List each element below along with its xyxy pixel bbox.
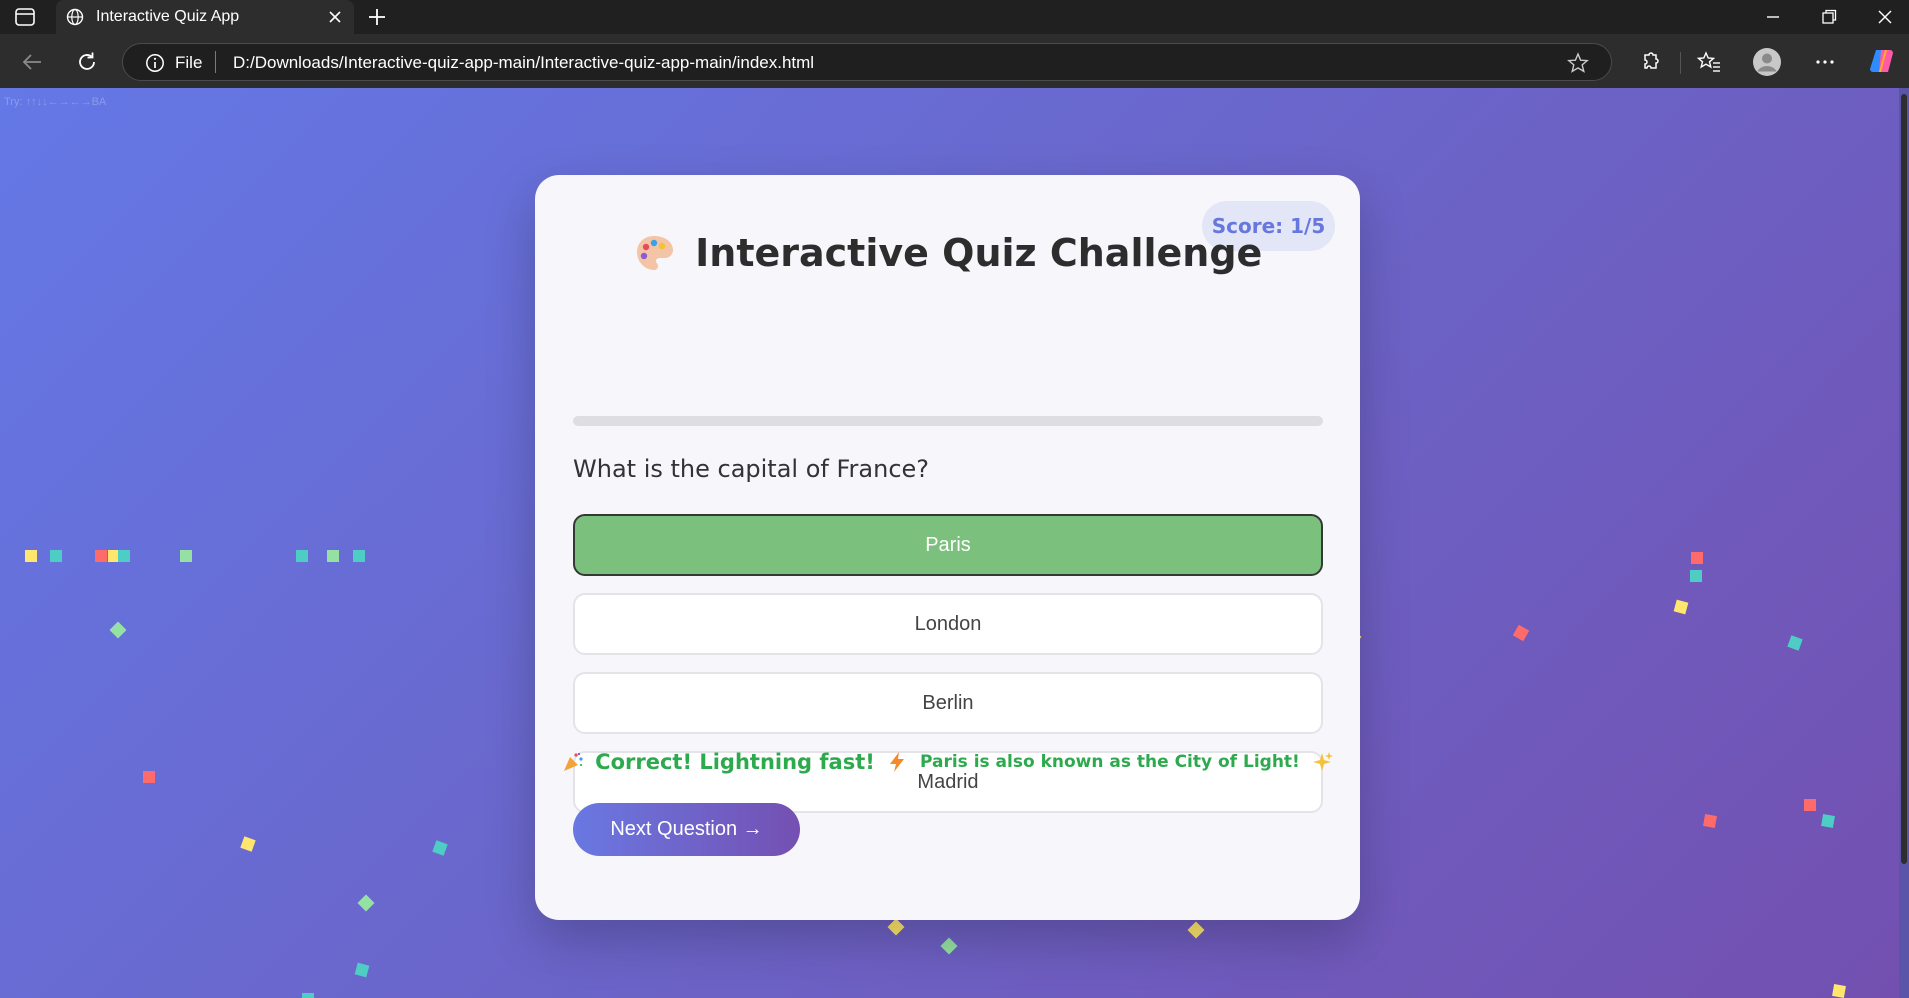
confetti-piece <box>118 550 130 562</box>
confetti-piece <box>327 550 339 562</box>
minimize-icon[interactable] <box>1764 8 1782 26</box>
close-icon[interactable] <box>326 8 344 26</box>
address-separator <box>215 51 216 73</box>
confetti-piece <box>1787 635 1803 651</box>
confetti-piece <box>1673 599 1689 615</box>
extensions-icon[interactable] <box>1638 50 1662 74</box>
confetti-piece <box>1187 921 1205 939</box>
confetti-piece <box>50 550 62 562</box>
restore-icon[interactable] <box>1820 8 1838 26</box>
progress-bar <box>573 416 1323 426</box>
palette-icon <box>636 236 673 270</box>
tab-title: Interactive Quiz App <box>96 8 240 25</box>
confetti-piece <box>180 550 192 562</box>
scrollbar[interactable] <box>1899 88 1909 998</box>
favorites-icon[interactable] <box>1697 50 1721 74</box>
confetti-piece <box>353 550 365 562</box>
option-berlin[interactable]: Berlin <box>573 672 1323 734</box>
confetti-piece <box>1703 814 1717 828</box>
confetti-piece <box>354 962 370 978</box>
confetti-piece <box>109 621 127 639</box>
confetti-piece <box>887 918 905 936</box>
page-title: Interactive Quiz Challenge <box>695 231 1263 275</box>
feedback-main: Correct! Lightning fast! <box>595 750 875 774</box>
quiz-card: Score: 1/5 Interactive Quiz Challenge Wh… <box>535 175 1360 920</box>
confetti-piece <box>143 771 155 783</box>
confetti-piece <box>1691 552 1703 564</box>
feedback-detail: Paris is also known as the City of Light… <box>919 752 1300 772</box>
next-question-button[interactable]: Next Question → <box>573 803 800 856</box>
info-icon[interactable] <box>145 53 165 73</box>
lightning-icon <box>890 752 905 772</box>
feedback-message: Correct! Lightning fast! Paris is also k… <box>535 750 1360 774</box>
title-row: Interactive Quiz Challenge <box>535 231 1360 275</box>
tab-strip: Interactive Quiz App <box>0 0 1909 34</box>
confetti-piece <box>25 550 37 562</box>
sidebar-icon[interactable] <box>14 7 36 27</box>
browser-tab[interactable]: Interactive Quiz App <box>56 0 354 34</box>
question-text: What is the capital of France? <box>573 455 930 483</box>
profile-icon[interactable] <box>1752 47 1782 77</box>
confetti-piece <box>1821 814 1835 828</box>
toolbar: File D:/Downloads/Interactive-quiz-app-m… <box>0 34 1909 89</box>
reload-icon[interactable] <box>75 50 99 74</box>
confetti-piece <box>1804 799 1816 811</box>
page-viewport: Try: ↑↑↓↓←→←→BA Score: 1/5 Interactive Q… <box>0 88 1909 998</box>
more-icon[interactable] <box>1813 50 1837 74</box>
party-popper-icon <box>563 753 583 771</box>
confetti-piece <box>296 550 308 562</box>
konami-hint: Try: ↑↑↓↓←→←→BA <box>4 96 107 108</box>
address-url[interactable]: D:/Downloads/Interactive-quiz-app-main/I… <box>233 53 814 73</box>
confetti-piece <box>240 836 256 852</box>
back-icon[interactable] <box>20 50 44 74</box>
confetti-piece <box>302 993 314 998</box>
confetti-piece <box>432 840 448 856</box>
copilot-icon[interactable] <box>1868 46 1898 76</box>
confetti-piece <box>1512 624 1530 642</box>
option-london[interactable]: London <box>573 593 1323 655</box>
option-paris[interactable]: Paris <box>573 514 1323 576</box>
address-scheme: File <box>175 53 203 72</box>
address-bar[interactable]: File D:/Downloads/Interactive-quiz-app-m… <box>122 43 1612 81</box>
toolbar-divider <box>1680 52 1681 74</box>
confetti-piece <box>1832 984 1846 998</box>
globe-icon <box>66 8 84 26</box>
star-icon[interactable] <box>1567 52 1589 74</box>
confetti-piece <box>357 894 375 912</box>
close-window-icon[interactable] <box>1876 8 1894 26</box>
confetti-piece <box>1690 570 1702 582</box>
plus-icon[interactable] <box>366 6 388 28</box>
scrollbar-thumb[interactable] <box>1901 94 1907 864</box>
confetti-piece <box>95 550 107 562</box>
sparkles-icon <box>1313 752 1334 771</box>
answer-options: Paris London Berlin Madrid <box>573 514 1323 830</box>
confetti-piece <box>940 937 958 955</box>
